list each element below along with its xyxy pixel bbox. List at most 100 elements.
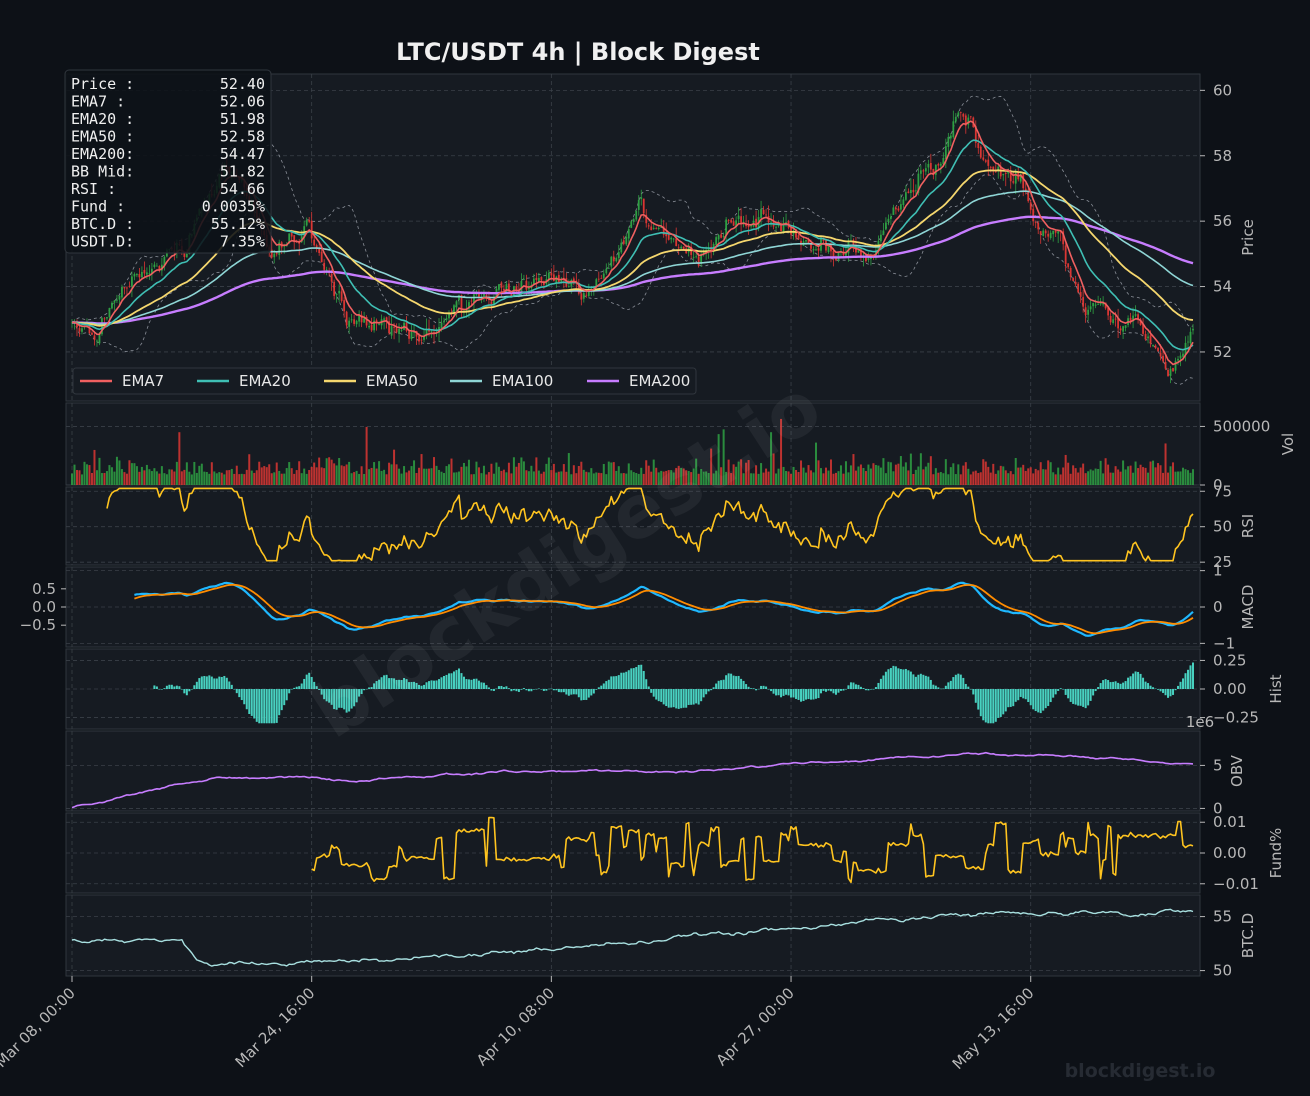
hist-bar	[1059, 688, 1062, 689]
hist-bar	[480, 682, 483, 689]
hist-bar	[770, 689, 773, 692]
volume-bar	[1142, 467, 1145, 485]
hist-bar	[1172, 689, 1175, 695]
candle-body	[1159, 352, 1162, 357]
hist-bar	[250, 689, 253, 716]
volume-bar	[447, 464, 450, 485]
hist-bar	[637, 664, 640, 689]
volume-bar	[989, 472, 992, 485]
volume-bar	[824, 467, 827, 485]
volume-bar	[522, 461, 525, 485]
candle-body	[984, 160, 987, 162]
volume-bar	[1147, 472, 1150, 485]
hist-bar	[462, 676, 465, 689]
volume-bar	[994, 473, 997, 485]
volume-bar	[268, 464, 271, 485]
volume-bar	[775, 473, 778, 485]
hist-bar	[153, 685, 156, 689]
volume-bar	[1069, 473, 1072, 485]
volume-bar	[410, 466, 413, 485]
y-tick-label: 0.25	[1213, 651, 1246, 669]
volume-bar	[792, 466, 795, 485]
volume-bar	[889, 462, 892, 485]
volume-bar	[125, 473, 128, 485]
hist-bar	[869, 689, 872, 690]
info-label: EMA20 :	[71, 110, 134, 128]
hist-bar	[620, 672, 623, 689]
info-box: Price : 52.40 EMA7 : 52.06 EMA20 : 51.98 EMA50…	[64, 69, 272, 254]
volume-bar	[273, 472, 276, 485]
hist-bar	[163, 688, 166, 689]
info-label: EMA50 :	[71, 128, 134, 146]
volume-bar	[80, 474, 83, 485]
hist-bar	[710, 689, 713, 691]
y-tick-label: 54	[1213, 278, 1232, 296]
hist-bar	[675, 689, 678, 709]
candle-body	[987, 159, 990, 166]
volume-bar	[383, 469, 386, 485]
hist-bar	[942, 688, 945, 690]
candle-body	[340, 291, 343, 301]
hist-bar	[1109, 682, 1112, 689]
hist-bar	[1079, 689, 1082, 706]
hist-bar	[872, 689, 875, 690]
volume-bar	[85, 464, 88, 485]
volume-bar	[862, 468, 865, 485]
info-label: RSI :	[71, 180, 116, 198]
hist-bar	[223, 675, 226, 689]
volume-bar	[1042, 469, 1045, 485]
hist-bar	[1179, 681, 1182, 689]
volume-bar	[917, 466, 920, 485]
volume-bar	[585, 471, 588, 485]
volume-bar	[937, 472, 940, 485]
candle-body	[368, 325, 371, 328]
candle-body	[145, 272, 148, 275]
candle-body	[655, 228, 658, 229]
candle-body	[1027, 190, 1030, 202]
volume-bar	[842, 473, 845, 485]
hist-bar	[682, 689, 685, 708]
hist-bar	[1077, 689, 1080, 706]
candle-body	[410, 332, 413, 339]
volume-bar	[175, 461, 178, 485]
hist-bar	[979, 689, 982, 717]
candle-body	[797, 235, 800, 240]
hist-bar	[867, 689, 870, 691]
volume-bar	[932, 474, 935, 485]
candle-body	[887, 218, 890, 222]
candle-body	[740, 216, 743, 224]
volume-bar	[290, 468, 293, 485]
candle-body	[720, 234, 723, 238]
hist-bar	[283, 689, 286, 706]
hist-bar	[807, 689, 810, 700]
hist-bar	[657, 689, 660, 702]
volume-bar	[1017, 467, 1020, 485]
hist-bar	[672, 689, 675, 708]
hist-bar	[847, 685, 850, 689]
hist-bar	[617, 675, 620, 689]
hist-bar	[1017, 689, 1020, 701]
volume-bar	[195, 472, 198, 485]
volume-bar	[1129, 465, 1132, 485]
volume-bar	[819, 468, 822, 485]
volume-bar	[979, 472, 982, 485]
hist-bar	[907, 670, 910, 689]
volume-bar	[220, 472, 223, 485]
volume-bar	[308, 470, 311, 485]
volume-bar	[288, 462, 291, 485]
candle-body	[1134, 314, 1137, 316]
volume-bar	[1047, 460, 1050, 485]
volume-bar	[408, 470, 411, 485]
volume-bar	[105, 471, 108, 485]
hist-bar	[198, 678, 201, 689]
volume-bar	[275, 462, 278, 485]
y-tick-label: 1	[1213, 562, 1223, 580]
hist-bar	[1049, 689, 1052, 703]
volume-bar	[567, 453, 570, 485]
hist-bar	[1112, 681, 1115, 689]
volume-bar	[445, 466, 448, 485]
candle-body	[597, 278, 600, 280]
hist-bar	[1022, 689, 1025, 699]
hist-bar	[592, 689, 595, 694]
volume-bar	[800, 460, 803, 485]
